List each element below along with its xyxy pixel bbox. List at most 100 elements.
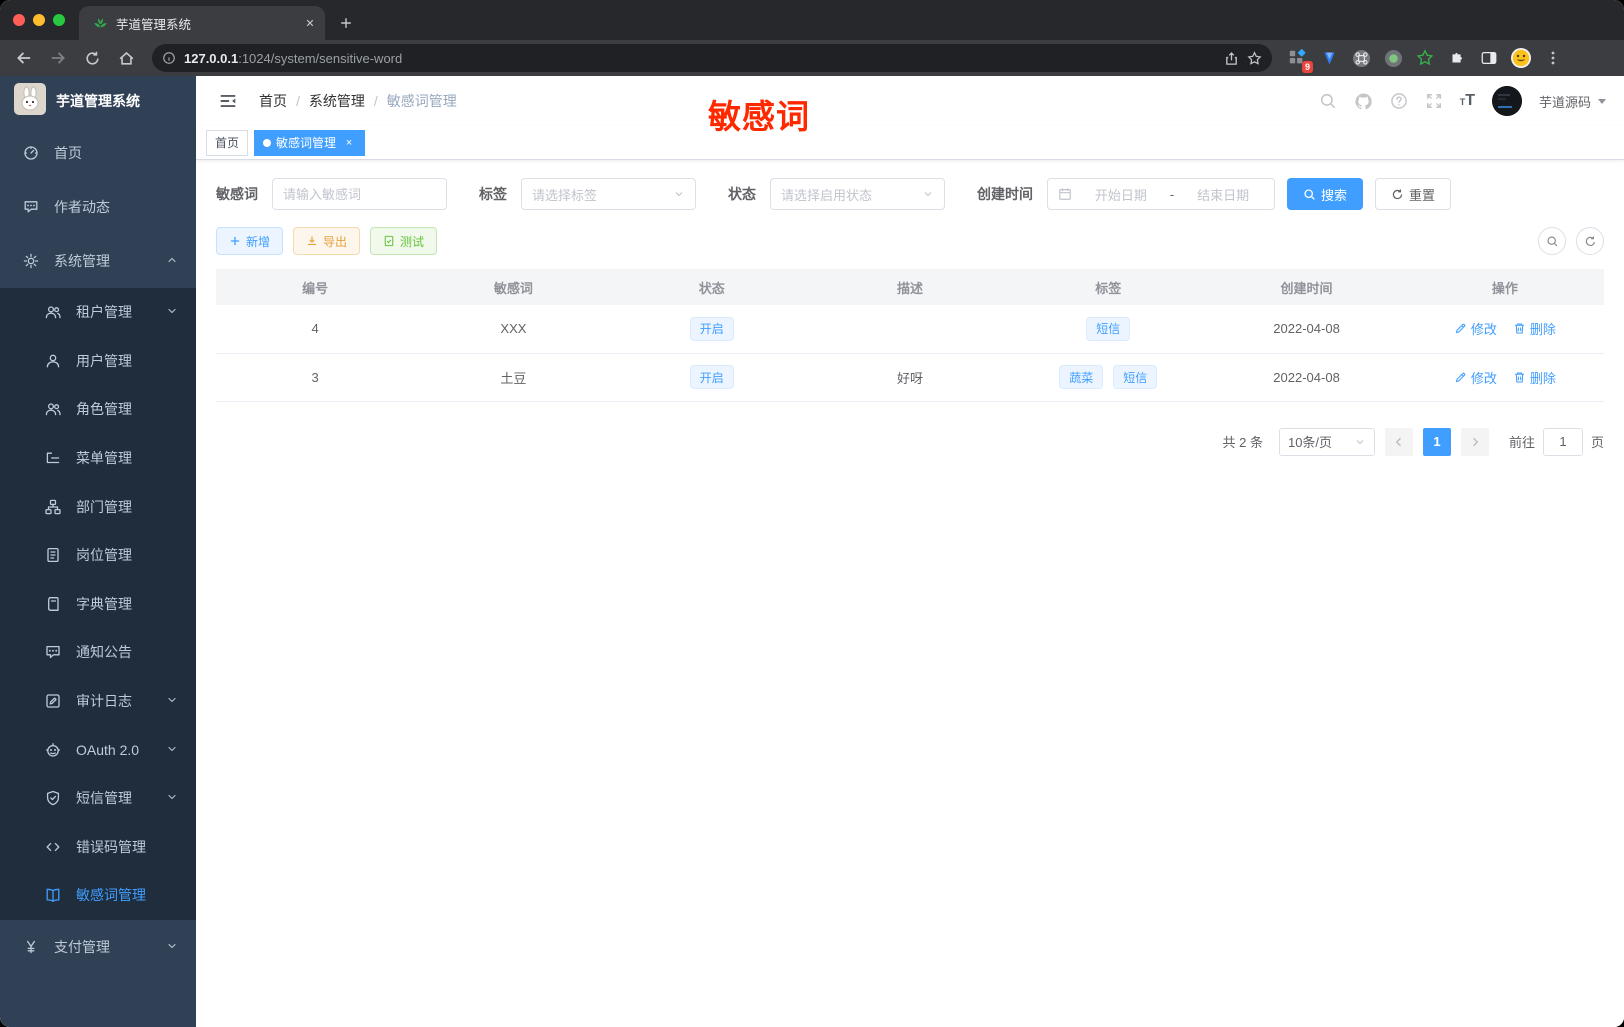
side-panel-icon[interactable] [1476, 45, 1502, 71]
column-header: 描述 [810, 269, 1010, 305]
column-header: 标签 [1009, 269, 1208, 305]
gear-icon [22, 253, 40, 269]
extension-record-icon[interactable] [1380, 45, 1406, 71]
word-filter-input[interactable] [272, 178, 447, 210]
sidebar-item-user[interactable]: 用户管理 [0, 336, 196, 386]
sidebar-logo[interactable]: 芋道管理系统 [0, 76, 196, 126]
delete-link[interactable]: 删除 [1513, 368, 1556, 387]
tag-close-icon[interactable]: × [342, 136, 356, 150]
cell-actions: 修改 删除 [1405, 305, 1604, 354]
column-header: 敏感词 [414, 269, 613, 305]
prev-page-button[interactable] [1384, 427, 1413, 456]
header-search-icon[interactable] [1319, 92, 1337, 110]
column-header: 状态 [612, 269, 811, 305]
reload-icon[interactable] [78, 44, 106, 72]
profile-avatar[interactable] [1508, 45, 1534, 71]
sidebar-item-role[interactable]: 角色管理 [0, 385, 196, 434]
sidebar-item-notice[interactable]: 通知公告 [0, 628, 196, 677]
help-icon[interactable] [1390, 92, 1408, 110]
chat-icon [22, 199, 40, 215]
goto-page-input[interactable] [1542, 427, 1583, 456]
tag-filter-select[interactable]: 请选择标签 [521, 178, 696, 210]
breadcrumb-current: 敏感词管理 [386, 93, 457, 109]
sidebar-item-pay[interactable]: 支付管理 [0, 920, 196, 974]
user-avatar[interactable] [1491, 86, 1522, 116]
refresh-table-button[interactable] [1576, 227, 1604, 255]
tab-close-icon[interactable] [305, 18, 315, 28]
sidebar-item-post[interactable]: 岗位管理 [0, 530, 196, 580]
minimize-window-button[interactable] [33, 14, 45, 26]
edit-link[interactable]: 修改 [1454, 319, 1497, 338]
tag-badge: 蔬菜 [1059, 365, 1104, 389]
sidebar-item-menu[interactable]: 菜单管理 [0, 433, 196, 483]
refresh-icon [1585, 235, 1595, 246]
sidebar-item-label: 作者动态 [54, 199, 110, 215]
reset-button[interactable]: 重置 [1375, 178, 1452, 210]
back-icon[interactable] [10, 44, 38, 72]
fullscreen-icon[interactable] [1425, 92, 1443, 110]
page-size-select[interactable]: 10条/页 [1278, 427, 1375, 456]
url-text: 127.0.0.1:1024/system/sensitive-word [184, 51, 1216, 66]
breadcrumb-system[interactable]: 系统管理 [309, 91, 365, 111]
next-page-button[interactable] [1460, 427, 1489, 456]
sidebar-item-error-code[interactable]: 错误码管理 [0, 822, 196, 872]
tags-view-bar: 首页 敏感词管理 × [196, 126, 1624, 160]
browser-toolbar: 127.0.0.1:1024/system/sensitive-word 9 [0, 40, 1624, 76]
goto-prefix: 前往 [1508, 435, 1535, 450]
sidebar-item-dept[interactable]: 部门管理 [0, 482, 196, 531]
edit-link[interactable]: 修改 [1454, 368, 1497, 387]
show-search-toggle-button[interactable] [1538, 227, 1566, 255]
extension-grid-icon[interactable]: 9 [1284, 45, 1313, 73]
sidebar-item-tenant[interactable]: 租户管理 [0, 288, 196, 337]
extension-command-icon[interactable] [1348, 45, 1374, 71]
shield-icon [44, 790, 62, 806]
font-size-icon[interactable]: TT [1460, 92, 1475, 110]
app-title: 芋道管理系统 [56, 93, 140, 109]
home-icon[interactable] [112, 44, 140, 72]
sidebar-item-oauth[interactable]: OAuth 2.0 [0, 725, 196, 774]
new-tab-button[interactable] [331, 8, 361, 38]
sidebar-item-sms[interactable]: 短信管理 [0, 773, 196, 823]
test-button[interactable]: 测试 [370, 227, 438, 255]
bookmark-star-icon[interactable] [1247, 50, 1262, 66]
tag-filter-label: 标签 [479, 186, 507, 202]
browser-menu-icon[interactable] [1540, 45, 1566, 71]
sidebar-item-system[interactable]: 系统管理 [0, 234, 196, 288]
table-body: 4 XXX 开启 短信 2022-04-08 修改 删除 3 土豆 开启 好呀 蔬菜 短信 2022-04… [216, 305, 1604, 402]
goto-suffix: 页 [1590, 435, 1604, 450]
tag-home[interactable]: 首页 [206, 129, 249, 156]
export-button[interactable]: 导出 [293, 227, 361, 255]
sidebar-item-sensitive-word[interactable]: 敏感词管理 [0, 871, 196, 920]
date-range-picker[interactable]: 开始日期 - 结束日期 [1047, 178, 1275, 210]
extensions-puzzle-icon[interactable] [1444, 45, 1470, 71]
plus-icon [230, 236, 240, 246]
collapse-sidebar-icon[interactable] [211, 92, 245, 110]
username[interactable]: 芋道源码 [1539, 92, 1606, 111]
tag-sensitive-word[interactable]: 敏感词管理 × [254, 129, 366, 156]
close-window-button[interactable] [13, 14, 25, 26]
sidebar-item-author-activity[interactable]: 作者动态 [0, 180, 196, 234]
sidebar-item-label: 敏感词管理 [76, 887, 146, 904]
status-filter-select[interactable]: 请选择启用状态 [770, 178, 945, 210]
github-icon[interactable] [1354, 92, 1373, 111]
action-toolbar: 新增 导出 测试 [216, 227, 1604, 255]
sidebar-item-dict[interactable]: 字典管理 [0, 579, 196, 629]
sidebar-item-audit-log[interactable]: 审计日志 [0, 676, 196, 726]
cell-word: XXX [414, 305, 613, 354]
breadcrumb-home[interactable]: 首页 [259, 91, 287, 111]
add-button[interactable]: 新增 [216, 227, 284, 255]
extension-star-icon[interactable] [1412, 45, 1438, 71]
forward-icon[interactable] [44, 44, 72, 72]
share-icon[interactable] [1224, 51, 1239, 66]
url-bar[interactable]: 127.0.0.1:1024/system/sensitive-word [152, 44, 1272, 72]
site-info-icon[interactable] [162, 51, 176, 65]
search-button[interactable]: 搜索 [1287, 178, 1364, 210]
sidebar-item-home[interactable]: 首页 [0, 126, 196, 180]
browser-tab[interactable]: 芋道管理系统 [79, 6, 325, 40]
zoom-window-button[interactable] [53, 14, 65, 26]
page-number-button[interactable]: 1 [1422, 427, 1451, 456]
main-area: 首页 / 系统管理 / 敏感词管理 TT 芋道源码 首页 敏感词管理 × 敏感词… [196, 76, 1624, 1027]
extension-funnel-icon[interactable] [1316, 45, 1342, 71]
breadcrumb: 首页 / 系统管理 / 敏感词管理 [259, 91, 457, 111]
delete-link[interactable]: 删除 [1513, 319, 1556, 338]
